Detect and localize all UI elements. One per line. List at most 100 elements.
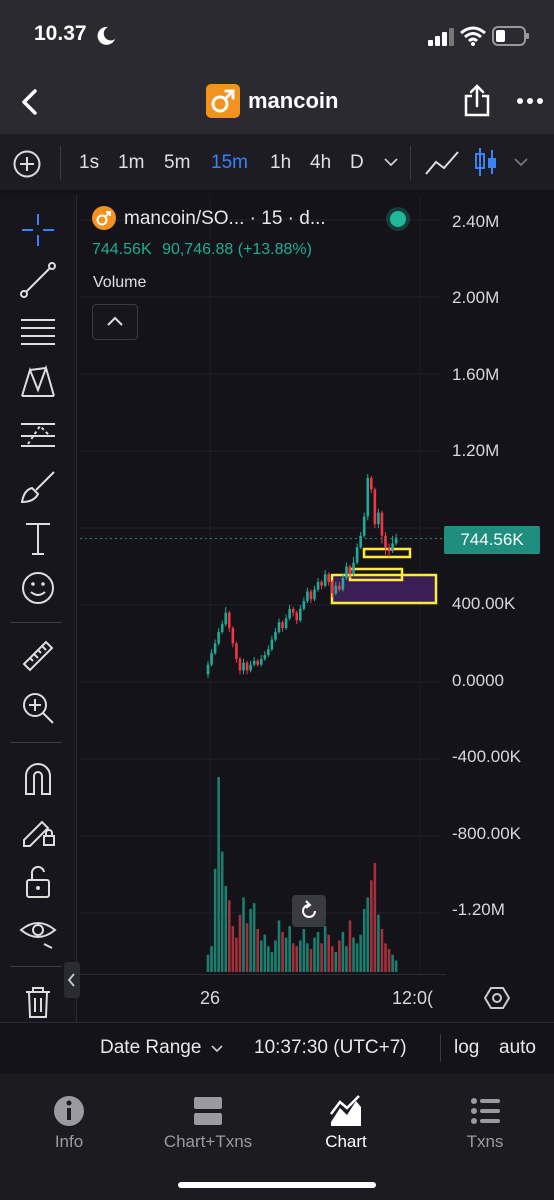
price-axis-label: 2.40M (452, 212, 500, 231)
unlock-icon (26, 865, 50, 898)
candle (270, 635, 274, 652)
candle (267, 645, 270, 657)
toolbar-collapse-handle[interactable] (64, 962, 80, 998)
lock-drawings-tool[interactable] (18, 810, 58, 850)
volume-bar (359, 934, 362, 972)
candle (352, 556, 355, 577)
tab-chart[interactable]: Chart (281, 1094, 411, 1152)
auto-scale-toggle[interactable]: auto (499, 1037, 536, 1059)
candle (362, 512, 366, 538)
unlock-tool[interactable] (18, 862, 58, 902)
candle-body (377, 512, 380, 525)
candle-body (327, 574, 330, 582)
volume-bar (341, 931, 345, 972)
pencil-lock-icon (23, 820, 55, 847)
candle-body (270, 639, 274, 650)
volume-bar (210, 946, 213, 972)
candle (242, 658, 245, 675)
candle-body (352, 562, 355, 575)
divider (10, 966, 62, 967)
volume-bar (206, 954, 210, 972)
crosshair-tool[interactable] (18, 210, 58, 250)
tab-label: Chart (325, 1132, 367, 1151)
candle-body (387, 547, 391, 552)
candle-body (355, 547, 359, 563)
candle (313, 585, 316, 602)
candle (220, 620, 224, 634)
volume-bar (366, 897, 370, 972)
divider (10, 622, 62, 623)
candle (373, 487, 377, 528)
price-axis-label: -1.20M (452, 900, 505, 919)
remove-drawings-tool[interactable] (18, 982, 58, 1022)
candle-body (277, 622, 281, 632)
timezone-clock[interactable]: 10:37:30 (UTC+7) (254, 1037, 407, 1059)
candle-body (348, 566, 352, 575)
pattern-tool[interactable] (18, 362, 58, 402)
collapse-legend-button[interactable] (92, 304, 138, 340)
volume-bar (320, 943, 323, 972)
price-axis-label: 1.20M (452, 441, 500, 460)
refresh-icon (302, 900, 316, 918)
tab-chart-txns[interactable]: Chart+Txns (143, 1094, 273, 1152)
candle (284, 614, 288, 631)
symbol-title[interactable]: mancoin/SO... · 15 · d... (124, 208, 326, 230)
divider (10, 742, 62, 743)
candle (345, 562, 348, 580)
candle (224, 606, 228, 627)
candle (323, 570, 327, 588)
candle (245, 660, 249, 675)
fib-tool[interactable] (18, 312, 58, 352)
volume-bar (327, 934, 330, 972)
prediction-tool[interactable] (18, 414, 58, 454)
date-range-button[interactable]: Date Range (100, 1037, 223, 1059)
chevron-left-icon (67, 973, 75, 987)
emoji-tool[interactable] (18, 568, 58, 608)
tab-txns[interactable]: Txns (420, 1094, 550, 1152)
candle (327, 572, 330, 586)
trend-line-tool[interactable] (18, 260, 58, 300)
candle (210, 649, 213, 667)
chart-settings-icon[interactable] (484, 986, 510, 1010)
trash-icon (26, 987, 50, 1018)
volume-bar (291, 943, 295, 972)
volume-bar (217, 777, 220, 972)
price-zone-box[interactable] (362, 547, 412, 559)
candle-body (235, 643, 238, 659)
candle (370, 476, 373, 494)
candle (359, 531, 362, 550)
candle-body (252, 660, 256, 665)
price-axis-label: 2.00M (452, 288, 500, 307)
candle (377, 508, 380, 528)
text-tool[interactable] (18, 518, 58, 558)
volume-bar (323, 926, 327, 972)
brush-tool[interactable] (18, 466, 58, 506)
reset-chart-button[interactable] (292, 895, 326, 927)
candle-body (267, 649, 270, 656)
volume-bar (235, 937, 238, 972)
candle-body (391, 543, 394, 552)
price-axis-label: -400.00K (452, 747, 521, 766)
volume-bar (274, 940, 277, 972)
candle (217, 628, 220, 646)
volume-bar (302, 928, 306, 972)
candle-body (288, 608, 291, 619)
volume-bar (270, 951, 274, 972)
zoom-tool[interactable] (18, 688, 58, 728)
divider (440, 1034, 441, 1062)
tab-info[interactable]: Info (4, 1094, 134, 1152)
volume-bar (313, 937, 316, 972)
candle (320, 579, 323, 590)
log-scale-toggle[interactable]: log (454, 1037, 479, 1059)
candle-body (323, 574, 327, 586)
volume-bar (213, 868, 217, 972)
volume-bar (256, 928, 259, 972)
ruler-tool[interactable] (18, 636, 58, 676)
magnet-tool[interactable] (18, 758, 58, 798)
crosshair-icon (22, 214, 54, 246)
zoom-in-icon (23, 693, 54, 724)
candle (387, 543, 391, 557)
visibility-tool[interactable] (18, 912, 58, 952)
candle-body (370, 477, 373, 490)
current-price-tag: 744.56K (444, 526, 540, 554)
